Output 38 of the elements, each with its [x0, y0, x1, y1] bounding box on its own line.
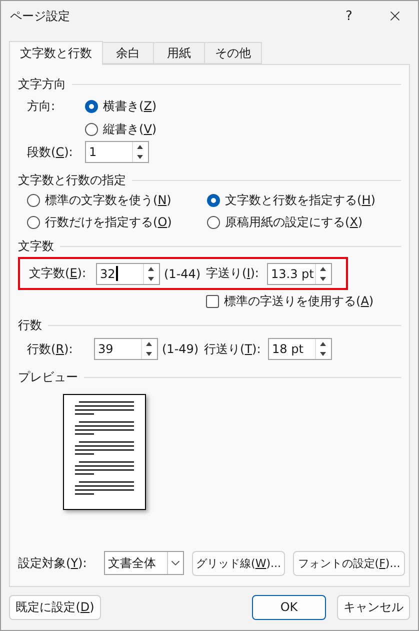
- set-default-button[interactable]: 既定に設定(D): [9, 594, 101, 620]
- section-heading: 行数: [18, 316, 42, 334]
- gridlines-button[interactable]: グリッド線(W)...: [192, 550, 285, 576]
- radio-button[interactable]: 縦書き(V): [85, 120, 157, 138]
- radio-button[interactable]: 横書き(Z): [85, 98, 157, 114]
- field-label: 文字数(E):: [29, 265, 88, 282]
- radio-button[interactable]: 文字数と行数を指定する(H): [207, 192, 376, 208]
- char-pitch-field[interactable]: 13.3 pt: [267, 262, 332, 284]
- tab[interactable]: 余白: [102, 42, 154, 64]
- field-label: 設定対象(Y):: [18, 554, 88, 572]
- field-label: 段数(C):: [27, 144, 74, 160]
- field-label: 行送り(T):: [204, 340, 262, 358]
- font-settings-button[interactable]: フォントの設定(F)...: [293, 550, 405, 576]
- section-heading: 文字方向: [18, 76, 66, 92]
- tab[interactable]: その他: [204, 42, 262, 64]
- tab[interactable]: 用紙: [153, 42, 205, 64]
- line-count-field[interactable]: 39: [94, 338, 158, 360]
- field-label: 字送り(I):: [206, 265, 260, 282]
- checkbox[interactable]: 標準の字送りを使用する(A): [206, 292, 374, 310]
- help-button[interactable]: ?: [326, 1, 372, 31]
- cancel-button[interactable]: キャンセル: [337, 594, 410, 620]
- apply-to-dropdown[interactable]: 文書全体: [104, 551, 184, 575]
- char-count-field[interactable]: 32: [96, 262, 160, 284]
- ok-button[interactable]: OK: [252, 594, 326, 620]
- section-heading: 文字数と行数の指定: [18, 172, 126, 188]
- field-label: 行数(R):: [27, 340, 74, 358]
- window-title: ページ設定: [10, 8, 71, 24]
- radio-button[interactable]: 原稿用紙の設定にする(X): [207, 214, 363, 230]
- columns-field[interactable]: 1: [85, 141, 149, 163]
- line-pitch-field[interactable]: 18 pt: [268, 338, 332, 360]
- field-label: 方向:: [27, 98, 56, 114]
- section-heading: プレビュー: [18, 368, 78, 386]
- range-text: (1-44): [163, 266, 202, 280]
- range-text: (1-49): [161, 342, 200, 356]
- tab[interactable]: 文字数と行数: [9, 41, 103, 65]
- section-heading: 文字数: [18, 238, 54, 254]
- radio-button[interactable]: 標準の文字数を使う(N): [27, 192, 172, 208]
- radio-button[interactable]: 行数だけを指定する(O): [27, 214, 172, 230]
